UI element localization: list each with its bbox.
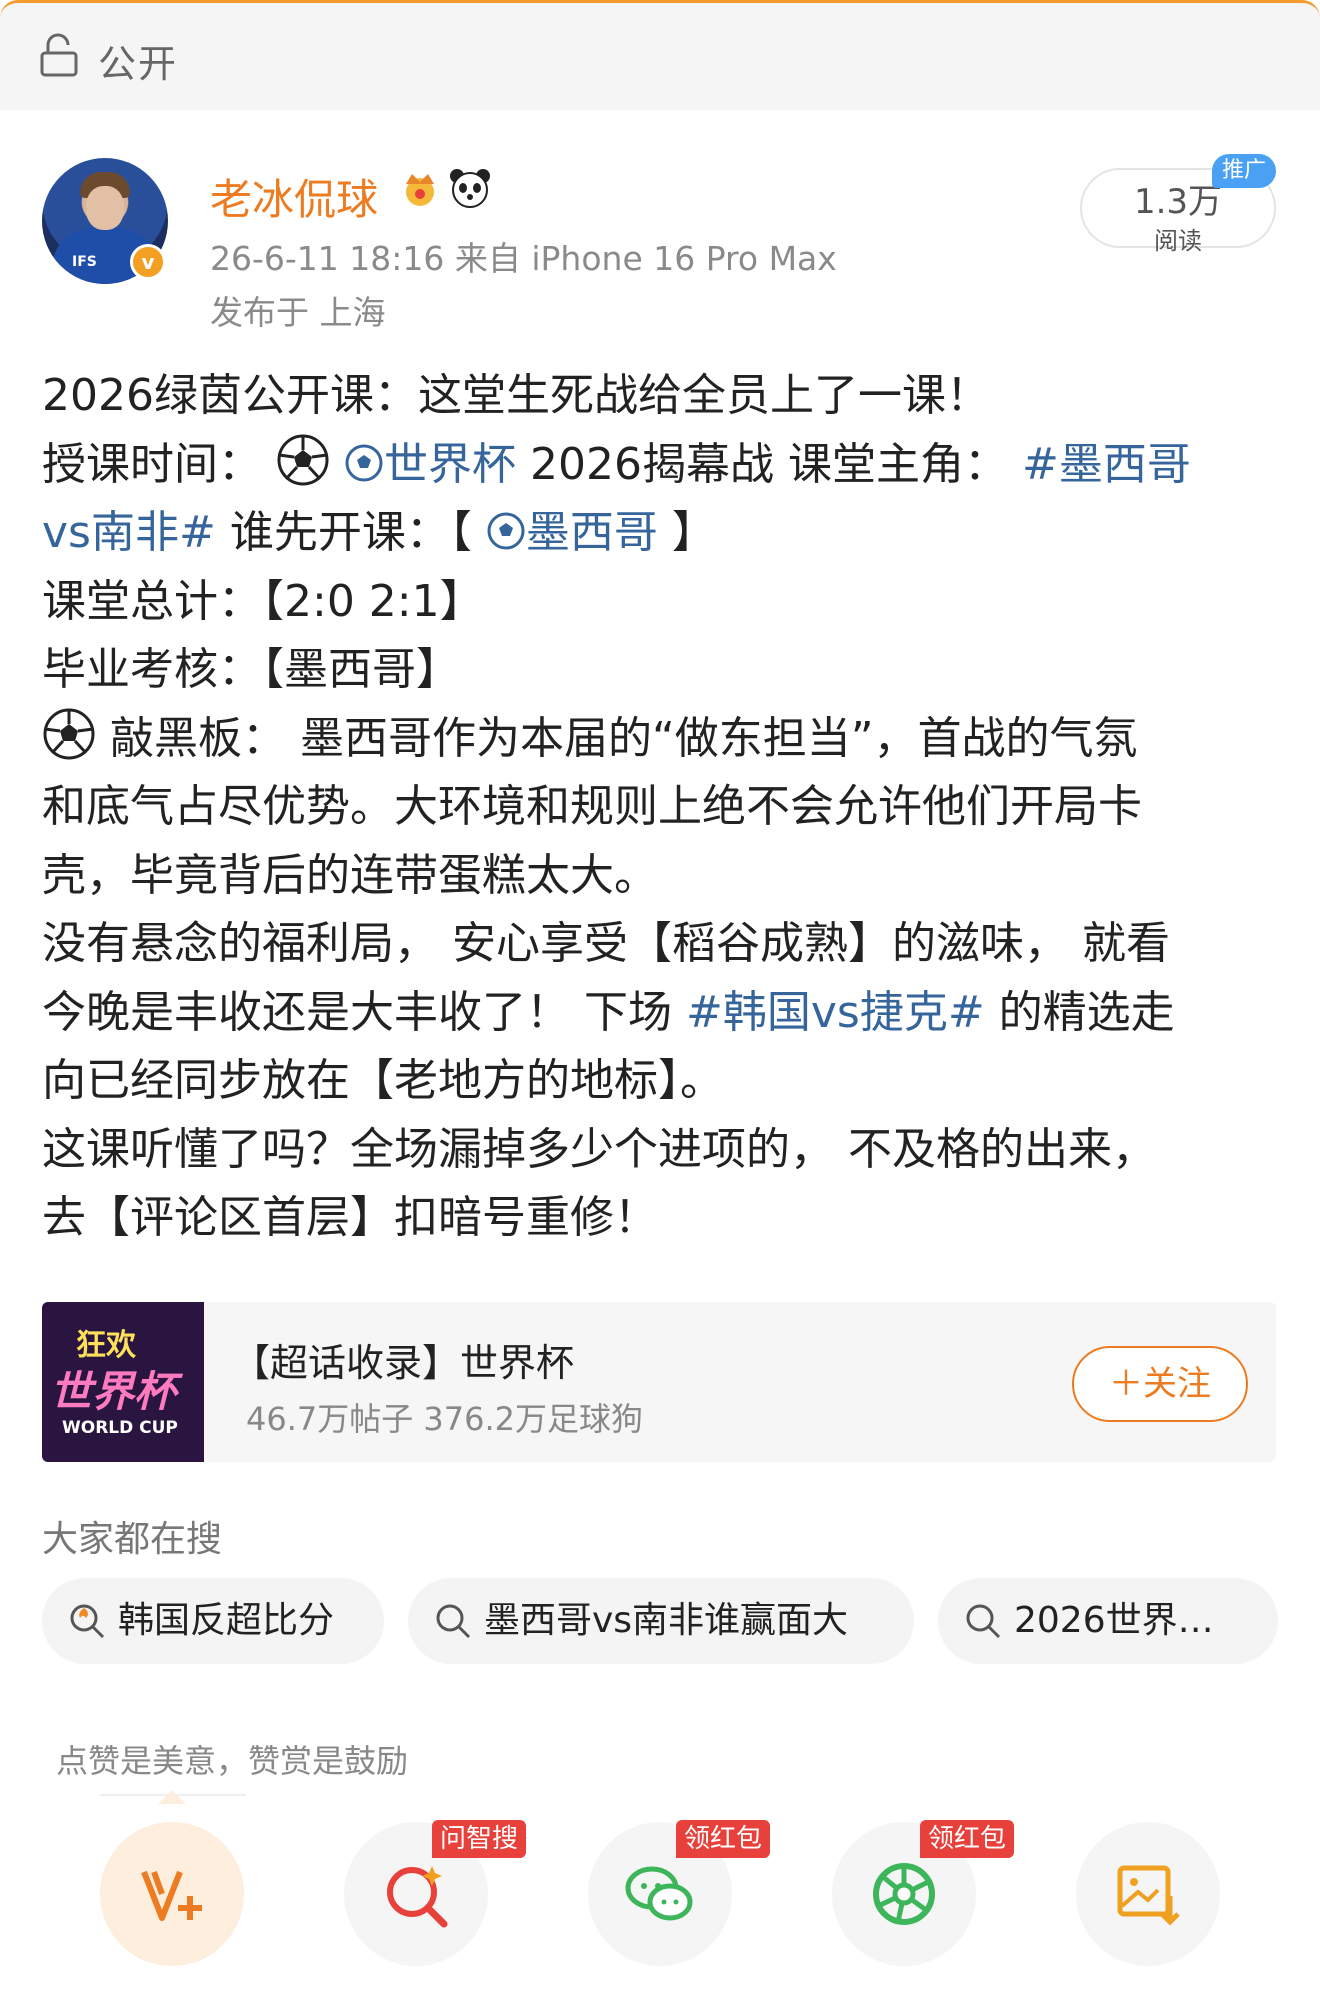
visibility-bar[interactable]: 公开 (0, 0, 1320, 110)
reward-tip: 点赞是美意，赞赏是鼓励 (56, 1742, 409, 1780)
reward-v-plus-icon (141, 1870, 202, 1921)
post-body: 2026绿茵公开课：这堂生死战给全员上了一课！ 授课时间： 世界杯 2026揭幕… (42, 362, 1292, 1253)
username[interactable]: 老冰侃球 (210, 166, 378, 227)
reward-button[interactable] (100, 1822, 244, 1966)
avatar-sponsor-text: IFS (72, 254, 97, 270)
post-line: 授课时间： 世界杯 2026揭幕战 课堂主角： #墨西哥 (42, 431, 1292, 500)
thumb-sub-text: WORLD CUP (62, 1418, 178, 1438)
topic-title: 【超话收录】世界杯 (232, 1341, 575, 1385)
post-line: 毕业考核：【墨西哥】 (42, 644, 460, 695)
search-chip[interactable]: 2026世界… (938, 1578, 1278, 1664)
red-packet-tag: 领红包 (676, 1820, 771, 1858)
search-icon (966, 1604, 1001, 1639)
post-location: 发布于 上海 (210, 293, 386, 332)
post-text: 】 (671, 507, 716, 558)
topic-stats: 46.7万帖子 376.2万足球狗 (246, 1400, 644, 1438)
panda-icon (450, 169, 490, 208)
post-line: 和底气占尽优势。大环境和规则上绝不会允许他们开局卡 (42, 781, 1142, 832)
post-line: 敲黑板： 墨西哥作为本届的“做东担当”，首战的气氛 (42, 705, 1292, 774)
post-line: 没有悬念的福利局， 安心享受【稻谷成熟】的滋味， 就看 (42, 918, 1170, 969)
post-line: 去【评论区首层】扣暗号重修！ (42, 1192, 658, 1243)
post-line: 这课听懂了吗？全场漏掉多少个进项的， 不及格的出来， (42, 1123, 1156, 1175)
ai-search-tag: 问智搜 (432, 1820, 527, 1858)
post-text: 授课时间： (42, 438, 262, 490)
search-chip[interactable]: 墨西哥vs南非谁赢面大 (408, 1578, 914, 1664)
topic-thumbnail: 狂欢 世界杯 WORLD CUP (42, 1302, 204, 1462)
trending-heading: 大家都在搜 (42, 1519, 223, 1560)
hot-search-icon (70, 1604, 105, 1639)
post-text: 敲黑板： 墨西哥作为本届的“做东担当”，首战的气氛 (96, 712, 1138, 764)
search-icon (436, 1604, 471, 1639)
follow-button[interactable]: ＋关注 (1072, 1346, 1248, 1422)
hashtag-link[interactable]: #墨西哥 (1022, 439, 1191, 490)
unlock-icon (40, 33, 78, 77)
super-topic-label: 世界杯 (384, 438, 516, 490)
save-image-icon (1117, 1865, 1180, 1926)
moments-icon (873, 1863, 935, 1925)
soccer-ball-icon (277, 434, 329, 485)
hashtag-link[interactable]: #韩国vs捷克# (686, 987, 985, 1038)
hashtag-link[interactable]: vs南非# (42, 507, 216, 558)
super-topic-link[interactable]: 墨西哥 (486, 507, 672, 558)
post-text: 谁先开课：【 (229, 507, 472, 558)
wechat-icon (625, 1866, 693, 1921)
search-chip-label: 韩国反超比分 (118, 1600, 335, 1641)
search-chip-label: 2026世界… (1014, 1600, 1214, 1641)
soccer-ball-icon (43, 708, 95, 759)
post-line: 壳，毕竟背后的连带蛋糕太大。 (42, 849, 658, 901)
post-text: 2026揭幕战 课堂主角： (530, 438, 1008, 490)
soccer-ball-link-icon (487, 512, 525, 550)
post-line: vs南非# 谁先开课：【 墨西哥 】 (42, 499, 1292, 568)
post-line: 向已经同步放在【老地方的地标】。 (42, 1055, 724, 1106)
ai-search-icon (387, 1866, 448, 1928)
post-text: 的精选走 (984, 986, 1175, 1038)
search-chip[interactable]: 韩国反超比分 (42, 1578, 384, 1664)
search-chip-label: 墨西哥vs南非谁赢面大 (484, 1600, 849, 1641)
promote-badge[interactable]: 推广 (1212, 154, 1277, 188)
post-text: 今晚是丰收还是大丰收了！ 下场 (42, 986, 686, 1038)
soccer-ball-link-icon (345, 444, 383, 481)
post-line: 课堂总计：【2:0 2:1】 (42, 575, 484, 627)
tip-caret (158, 1790, 186, 1804)
post-line: 今晚是丰收还是大丰收了！ 下场 #韩国vs捷克# 的精选走 (42, 979, 1292, 1048)
verified-badge-icon: v (130, 244, 166, 280)
thumb-main-text: 世界杯 (50, 1367, 177, 1416)
red-packet-tag: 领红包 (920, 1820, 1015, 1858)
super-topic-label: 墨西哥 (525, 507, 658, 558)
super-topic-card[interactable]: 狂欢 世界杯 WORLD CUP 【超话收录】世界杯 46.7万帖子 376.2… (42, 1302, 1276, 1462)
visibility-label: 公开 (98, 42, 179, 86)
save-image-button[interactable] (1076, 1822, 1220, 1966)
post-line: 2026绿茵公开课：这堂生死战给全员上了一课！ (42, 370, 990, 421)
super-topic-link[interactable]: 世界杯 (344, 439, 530, 490)
crown-icon (406, 174, 434, 206)
read-label: 阅读 (1154, 227, 1202, 255)
avatar-face (86, 186, 124, 230)
post-time-source: 26-6-11 18:16 来自 iPhone 16 Pro Max (210, 239, 837, 278)
